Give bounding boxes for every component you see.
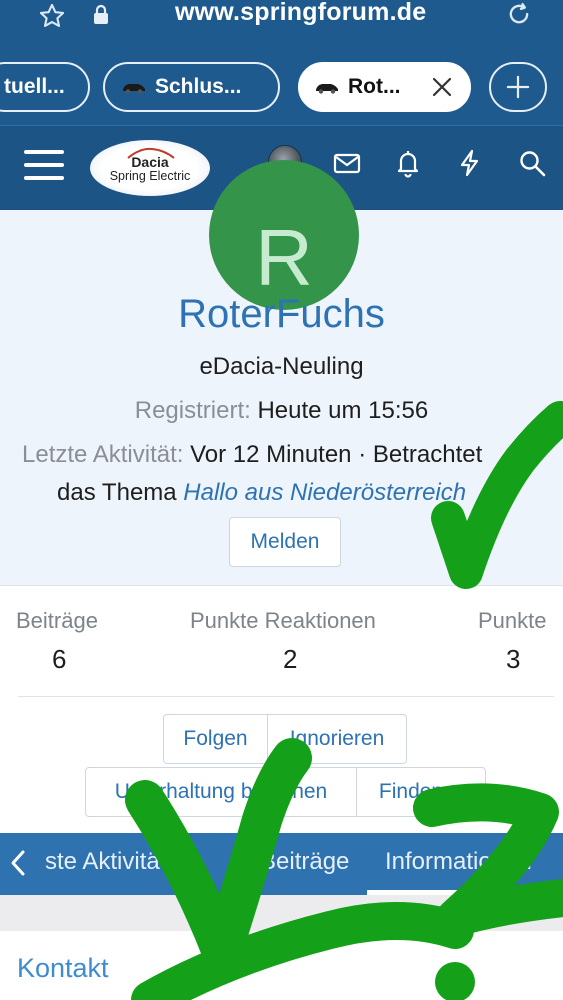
follow-button[interactable]: Folgen: [163, 714, 268, 764]
mail-icon[interactable]: [332, 148, 362, 178]
registered-row: Registriert: Heute um 15:56: [0, 397, 563, 425]
profile-stats: Beiträge 6 Punkte Reaktionen 2 Punkte 3 …: [0, 585, 563, 833]
tab-postings[interactable]: Beiträge: [260, 848, 349, 876]
new-tab-button[interactable]: [489, 62, 547, 112]
car-favicon-icon: [316, 84, 338, 94]
url-text[interactable]: www.springforum.de: [175, 0, 426, 27]
last-activity-row: Letzte Aktivität: Vor 12 Minuten · Betra…: [22, 441, 482, 469]
last-activity-label: Letzte Aktivität:: [22, 441, 184, 468]
browser-tab-label: Rot...: [348, 75, 401, 98]
browser-tab-aktuelles[interactable]: tuell...: [0, 62, 90, 112]
start-conversation-button[interactable]: Unterhaltung beginnen: [85, 767, 357, 817]
profile-tabs: ste Aktivität Beiträge Informationen: [0, 833, 563, 895]
site-logo[interactable]: Dacia Spring Electric: [90, 140, 210, 196]
profile-avatar[interactable]: R: [209, 160, 359, 310]
tab-about[interactable]: Informationen: [385, 848, 532, 876]
chevron-left-icon[interactable]: [8, 849, 28, 877]
contact-heading: Kontakt: [17, 953, 109, 983]
car-favicon-icon: [123, 84, 145, 94]
browser-toolbar: www.springforum.de tuell... Schlus... Ro…: [0, 0, 563, 125]
stat-messages-label: Beiträge: [16, 608, 98, 633]
last-activity-value: Vor 12 Minuten · Betrachtet: [190, 441, 483, 468]
stat-messages-value[interactable]: 6: [52, 644, 66, 675]
profile-header: R RoterFuchs eDacia-Neuling Registriert:…: [0, 160, 563, 585]
bell-icon[interactable]: [393, 148, 423, 178]
thread-link[interactable]: Hallo aus Niederösterreich: [183, 479, 466, 506]
close-tab-icon[interactable]: [431, 76, 453, 98]
section-gap: [0, 895, 563, 931]
ignore-button[interactable]: Ignorieren: [267, 714, 407, 764]
stats-divider: [18, 696, 554, 697]
browser-tab-label: Schlus...: [155, 75, 242, 98]
find-dropdown-button[interactable]: Finden: [356, 767, 486, 817]
address-bar[interactable]: www.springforum.de: [0, 0, 563, 36]
stat-reactions-value[interactable]: 2: [283, 644, 297, 675]
browser-tab-active[interactable]: Rot...: [298, 62, 471, 112]
stat-points-label: Punkte: [478, 608, 547, 633]
user-title: eDacia-Neuling: [199, 353, 364, 380]
avatar-letter: R: [255, 213, 313, 302]
last-activity-thread: das Thema Hallo aus Niederösterreich: [57, 479, 466, 507]
bolt-icon[interactable]: [455, 148, 485, 178]
find-label: Finden: [378, 780, 444, 803]
lock-icon: [94, 4, 108, 24]
contact-section: Kontakt: [0, 931, 563, 1000]
report-button[interactable]: Melden: [229, 517, 341, 567]
search-icon[interactable]: [517, 148, 547, 178]
browser-tab-schluss[interactable]: Schlus...: [103, 62, 280, 112]
logo-roofline-icon: [127, 147, 175, 159]
stat-reactions-label: Punkte Reaktionen: [190, 608, 376, 633]
caret-down-icon: [450, 789, 463, 796]
profile-username: RoterFuchs: [178, 292, 385, 336]
registered-value: Heute um 15:56: [257, 397, 429, 424]
logo-line-2: Spring Electric: [109, 169, 191, 183]
hamburger-menu-icon[interactable]: [24, 148, 64, 182]
reload-icon[interactable]: [505, 0, 533, 28]
tab-latest-activity[interactable]: ste Aktivität: [45, 848, 166, 876]
registered-label: Registriert:: [134, 397, 251, 424]
activity-prefix: das Thema: [57, 479, 177, 506]
browser-tab-label: tuell...: [4, 75, 65, 98]
bookmark-star-icon[interactable]: [38, 2, 66, 30]
stat-points-value[interactable]: 3: [506, 644, 520, 675]
